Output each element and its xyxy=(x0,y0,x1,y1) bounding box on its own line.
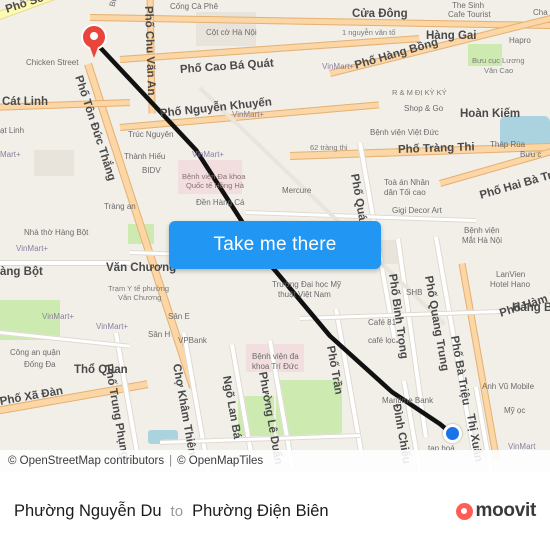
moovit-pin-icon xyxy=(455,502,473,520)
map-label: Tràng an xyxy=(104,202,136,211)
take-me-there-label: Take me there xyxy=(213,234,337,255)
map-canvas[interactable]: Phố Sơn TâyCống Cà PhêCửa ĐôngThe SinhCa… xyxy=(0,0,550,472)
to-separator: to xyxy=(170,502,184,520)
map-label: Cát Linh xyxy=(2,96,48,108)
map-label: The Sinh xyxy=(452,1,485,10)
map-label: Anh Vũ Mobile xyxy=(482,382,535,391)
app-root: Phố Sơn TâyCống Cà PhêCửa ĐôngThe SinhCa… xyxy=(0,0,550,550)
origin-name[interactable]: Phường Nguyễn Du xyxy=(14,502,162,521)
map-label: Mỹ ọc xyxy=(504,406,526,415)
map-label: Quốc tế Hồng Hà xyxy=(186,181,244,190)
pin-center-dot xyxy=(90,32,98,40)
map-label: àng Bột xyxy=(0,266,43,278)
map-label: Sân E xyxy=(168,312,190,321)
map-label: Công an quận xyxy=(10,348,61,357)
map-label: VinMart+ xyxy=(192,150,225,159)
map-label: Văn Chương xyxy=(118,293,162,302)
map-label: Văn Cao xyxy=(484,66,514,75)
map-label: Toà án Nhân xyxy=(384,178,430,187)
moovit-wordmark: moovit xyxy=(475,500,537,521)
map-label: Bưu c xyxy=(520,150,542,159)
map-label: Cống Cà Phê xyxy=(170,2,219,11)
map-label: Đống Đa xyxy=(24,360,56,369)
map-label: dân Tối cao xyxy=(384,188,426,197)
map-label: Thành Hiếu xyxy=(124,152,166,161)
map-label: Shop & Go xyxy=(404,104,444,113)
map-label: Mart+ xyxy=(0,150,21,159)
map-label: 1 nguyễn văn tố xyxy=(342,28,396,37)
map-label: Bưu cục Lương xyxy=(472,56,525,65)
footer-bar: Phường Nguyễn Du to Phường Điện Biên moo… xyxy=(0,472,550,550)
map-label: Đền Hàng Cá xyxy=(196,198,245,207)
map-label: Bệnh viện Đa khoa xyxy=(182,172,246,181)
map-label: LanVien xyxy=(496,270,526,279)
map-label: khoa Trí Đức xyxy=(252,362,299,371)
map-label: Văn Chương xyxy=(106,262,177,274)
map-label: Bệnh viện xyxy=(464,226,500,235)
pin-tail xyxy=(88,42,100,58)
map-label: Hotel Hano xyxy=(490,280,531,289)
map-label: café lọc xyxy=(368,336,396,345)
map-label: Bệnh viện Việt Đức xyxy=(370,128,439,137)
map-label: Nhà thờ Hàng Bột xyxy=(24,228,89,237)
map-label: Thổ Quan xyxy=(74,364,128,376)
map-label: ạt Linh xyxy=(0,126,25,135)
map-label: Hapro xyxy=(509,36,531,45)
map-label: Tháp Rùa xyxy=(490,140,526,149)
openmaptiles-attribution-link[interactable]: © OpenMapTiles xyxy=(177,455,263,467)
map-label: VinMart+ xyxy=(96,322,129,331)
map-label: VinMart+ xyxy=(232,110,265,119)
map-label: Trường Đại học Mỹ xyxy=(272,280,341,289)
map-label: Cha xyxy=(533,8,548,17)
map-label: BIDV xyxy=(142,166,161,175)
map-label: Cột cờ Hà Nội xyxy=(206,28,257,37)
map-label: R & M ĐỊ KỲ KÝ xyxy=(392,88,447,97)
attribution-bar: © OpenStreetMap contributors | © OpenMap… xyxy=(0,450,550,472)
map-label: Trúc Nguyên xyxy=(128,130,174,139)
map-label: VinMart+ xyxy=(16,244,49,253)
map-label: Cửa Đông xyxy=(352,8,408,20)
destination-marker-dot[interactable] xyxy=(443,424,462,443)
map-label: VPBank xyxy=(178,336,207,345)
take-me-there-button[interactable]: Take me there xyxy=(169,221,381,269)
route-endpoints: Phường Nguyễn Du to Phường Điện Biên xyxy=(0,502,456,521)
map-label: Trạm Y tế phường xyxy=(108,284,170,293)
origin-marker-pin[interactable] xyxy=(81,24,107,58)
map-label: Mercure xyxy=(282,186,312,195)
map-label: Chicken Street xyxy=(26,58,79,67)
attribution-separator: | xyxy=(169,455,173,467)
map-label: Gigi Decor Art xyxy=(392,206,442,215)
map-label: Sân H xyxy=(148,330,171,339)
map-label: thuật Việt Nam xyxy=(278,290,331,299)
map-label: Cafe Tourist xyxy=(448,10,491,19)
map-label: 62 tràng thi xyxy=(310,143,348,152)
map-label: VinMart+ xyxy=(42,312,75,321)
moovit-logo[interactable]: moovit xyxy=(455,500,550,522)
map-label: VinMart+ xyxy=(322,62,355,71)
map-label: SHB xyxy=(406,288,423,297)
map-label: Mắt Hà Nội xyxy=(462,236,503,245)
map-label: Hoàn Kiếm xyxy=(460,108,521,120)
destination-name[interactable]: Phường Điện Biên xyxy=(192,502,329,521)
map-label: Maritime Bank xyxy=(382,396,434,405)
map-label: Bệnh viện đa xyxy=(252,352,299,361)
osm-attribution-link[interactable]: © OpenStreetMap contributors xyxy=(8,455,164,467)
